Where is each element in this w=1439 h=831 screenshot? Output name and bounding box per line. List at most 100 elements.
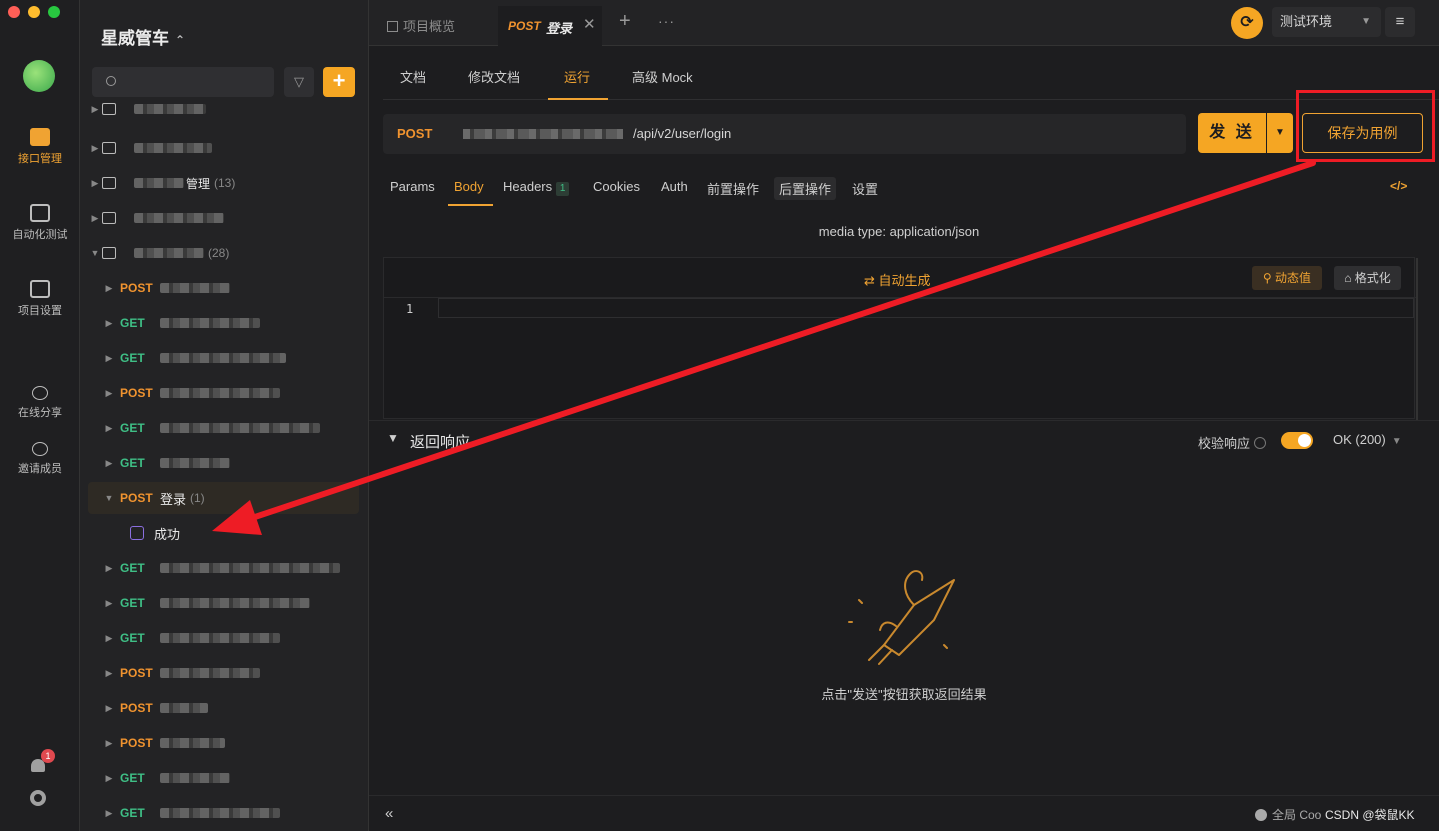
url-bar[interactable]: POST /api/v2/user/login	[383, 114, 1186, 154]
tab-cookies[interactable]: Cookies	[593, 179, 640, 194]
tree-api-item[interactable]: ▶ POST	[88, 272, 359, 304]
rail-item-share[interactable]: 在线分享	[0, 386, 80, 420]
menu-button[interactable]: ≡	[1385, 7, 1415, 37]
settings-doc-icon	[30, 280, 50, 298]
tree-api-item[interactable]: ▶ GET	[88, 412, 359, 444]
tab-auth[interactable]: Auth	[661, 179, 688, 194]
tab-body[interactable]: Body	[454, 179, 484, 194]
notifications-button[interactable]: 1	[29, 749, 55, 775]
tree-api-item[interactable]: ▶ GET	[88, 342, 359, 374]
tree-api-item[interactable]: ▶ POST	[88, 657, 359, 689]
blurred-label	[134, 178, 184, 188]
collapse-response-icon[interactable]: ▼	[387, 431, 399, 445]
tab-project-overview[interactable]: 项目概览	[387, 16, 455, 35]
tree-api-item[interactable]: ▶ GET	[88, 552, 359, 584]
tree-folder[interactable]: ▶	[88, 98, 359, 120]
api-name: 登录	[160, 491, 187, 507]
code-line[interactable]	[438, 298, 1414, 318]
app-logo	[23, 60, 55, 92]
rail-item-auto-test[interactable]: 自动化测试	[0, 204, 80, 242]
tree-api-item-selected[interactable]: ▼ POST 登录 (1)	[88, 482, 359, 514]
caret-right-icon: ▶	[105, 807, 113, 818]
blurred-label	[160, 598, 310, 608]
active-subtab-indicator	[548, 98, 608, 100]
sync-button[interactable]: ⟳	[1231, 7, 1263, 39]
code-view-icon[interactable]: </>	[1390, 179, 1407, 193]
folder-icon	[102, 212, 116, 224]
validate-response-toggle[interactable]	[1281, 432, 1313, 449]
help-icon[interactable]	[1254, 437, 1267, 449]
tab-bar: 项目概览 POST 登录 ✕ + ··· ⟳ 测试环境 ▼ ≡	[369, 0, 1439, 46]
filter-button[interactable]: ▽	[284, 67, 314, 97]
request-url[interactable]: /api/v2/user/login	[633, 126, 731, 141]
auto-generate-button[interactable]: ⇄ 自动生成	[864, 270, 931, 289]
caret-right-icon: ▶	[91, 212, 99, 223]
blurred-label	[160, 318, 260, 328]
tab-pre-operations[interactable]: 前置操作	[707, 179, 759, 198]
minimize-window-button[interactable]	[28, 6, 40, 18]
more-tabs-button[interactable]: ···	[658, 13, 675, 29]
project-switcher[interactable]: 星威管车 ⌃	[101, 24, 185, 49]
tree-folder-open[interactable]: ▼ (28)	[88, 237, 359, 269]
tree-api-item[interactable]: ▶ GET	[88, 587, 359, 619]
search-box[interactable]	[92, 67, 274, 97]
send-options-button[interactable]: ▼	[1267, 113, 1293, 153]
tab-settings[interactable]: 设置	[852, 179, 878, 198]
tree-folder[interactable]: ▶ 管理 (13)	[88, 167, 359, 199]
new-tab-button[interactable]: +	[619, 10, 631, 33]
editor-toolbar: ⇄ 自动生成 ⚲ 动态值 ⌂ 格式化	[384, 258, 1416, 298]
editor-scrollbar[interactable]	[1416, 258, 1418, 420]
tree-api-item[interactable]: ▶ GET	[88, 762, 359, 794]
stack-icon	[30, 204, 50, 222]
method-label: GET	[120, 806, 145, 820]
tree-folder[interactable]: ▶	[88, 202, 359, 234]
active-tab-indicator	[448, 204, 493, 206]
subtab-run[interactable]: 运行	[564, 67, 590, 86]
format-button[interactable]: ⌂ 格式化	[1334, 266, 1401, 290]
maximize-window-button[interactable]	[48, 6, 60, 18]
tab-headers[interactable]: Headers 1	[503, 179, 570, 196]
collapse-sidebar-icon[interactable]: «	[385, 805, 393, 822]
global-cookie-button[interactable]: 全局 Coo	[1255, 806, 1321, 823]
dynamic-value-button[interactable]: ⚲ 动态值	[1252, 266, 1322, 290]
tree-api-item[interactable]: ▶ POST	[88, 727, 359, 759]
tree-case-item[interactable]: 成功	[88, 517, 359, 549]
rail-item-api-management[interactable]: 接口管理	[0, 128, 80, 166]
close-window-button[interactable]	[8, 6, 20, 18]
rail-item-project-settings[interactable]: 项目设置	[0, 280, 80, 318]
tree-api-item[interactable]: ▶ GET	[88, 447, 359, 479]
request-method[interactable]: POST	[397, 126, 432, 141]
tree-api-item[interactable]: ▶ GET	[88, 622, 359, 654]
blurred-label	[160, 458, 230, 468]
tree-api-item[interactable]: ▶ POST	[88, 692, 359, 724]
environment-select[interactable]: 测试环境 ▼	[1272, 7, 1381, 37]
close-tab-icon[interactable]: ✕	[583, 15, 596, 33]
blurred-label	[160, 808, 280, 818]
response-title: 返回响应	[410, 434, 471, 451]
folder-icon	[102, 177, 116, 189]
tree-folder[interactable]: ▶	[88, 132, 359, 164]
tree-api-item[interactable]: ▶ POST	[88, 377, 359, 409]
response-status-select[interactable]: OK (200) ▼	[1333, 432, 1402, 447]
tab-login-api[interactable]: POST 登录 ✕	[498, 6, 602, 46]
tree-api-item[interactable]: ▶ GET	[88, 797, 359, 829]
search-input[interactable]	[124, 72, 264, 92]
subtab-doc[interactable]: 文档	[400, 67, 426, 86]
blurred-label	[160, 283, 230, 293]
method-label: GET	[120, 351, 145, 365]
send-button[interactable]: 发 送	[1198, 113, 1266, 153]
tab-params[interactable]: Params	[390, 179, 435, 194]
subtab-edit-doc[interactable]: 修改文档	[468, 67, 520, 86]
add-button[interactable]: +	[323, 67, 355, 97]
blurred-label	[160, 423, 320, 433]
subtab-advanced-mock[interactable]: 高级 Mock	[632, 67, 693, 86]
rail-item-invite[interactable]: 邀请成员	[0, 442, 80, 476]
tab-post-operations[interactable]: 后置操作	[774, 177, 837, 200]
caret-right-icon: ▶	[91, 142, 99, 153]
method-label: POST	[120, 491, 153, 505]
body-editor[interactable]: ⇄ 自动生成 ⚲ 动态值 ⌂ 格式化 1	[383, 257, 1418, 420]
tree-api-item[interactable]: ▶ GET	[88, 307, 359, 339]
empty-response-hint: 点击"发送"按钮获取返回结果	[821, 687, 987, 702]
gear-icon[interactable]	[30, 790, 46, 806]
method-label: GET	[120, 596, 145, 610]
